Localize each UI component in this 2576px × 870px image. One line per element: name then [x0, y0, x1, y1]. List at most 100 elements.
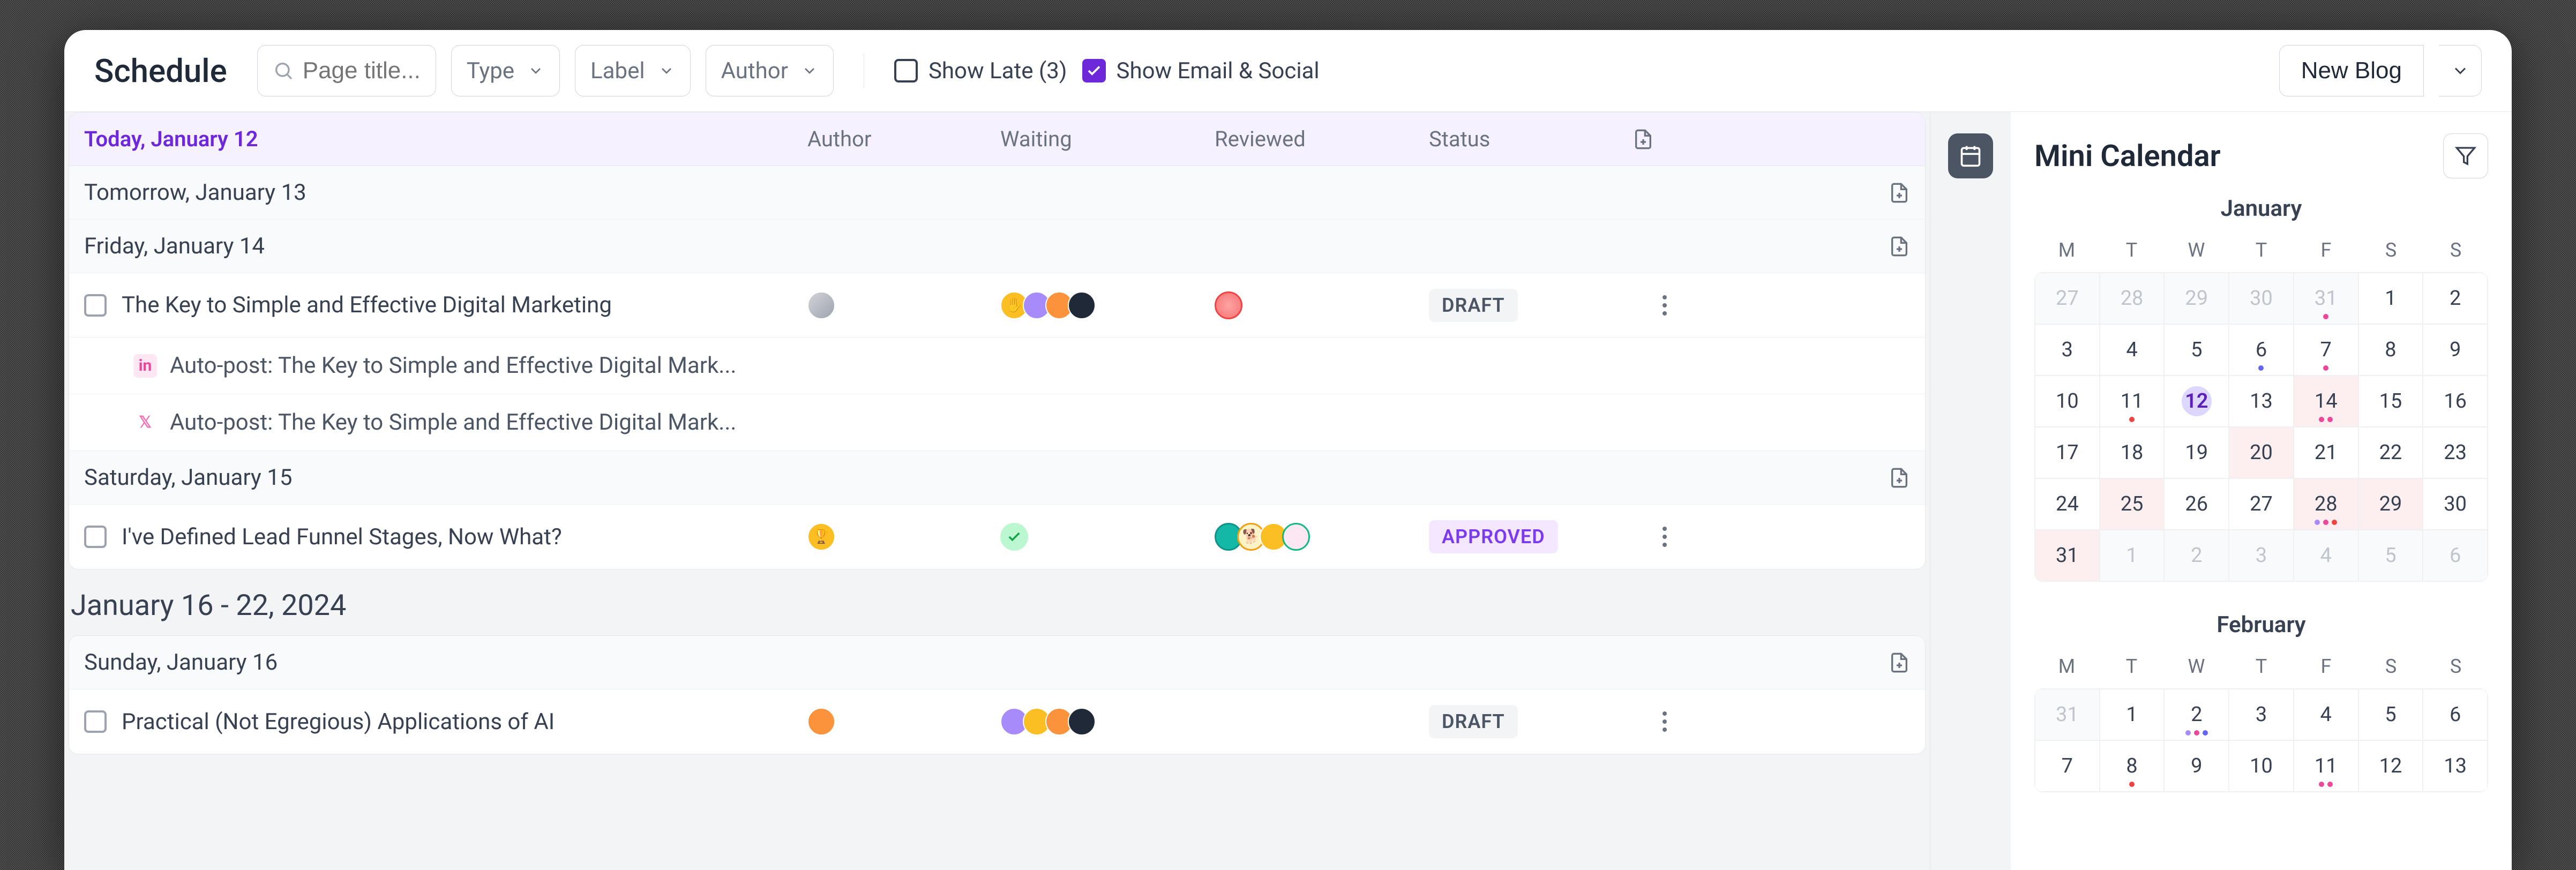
calendar-day[interactable]: 9 — [2164, 740, 2229, 792]
checkbox-icon[interactable] — [84, 710, 107, 733]
calendar-day[interactable]: 31 — [2035, 689, 2100, 740]
calendar-day[interactable]: 21 — [2294, 427, 2358, 478]
schedule-item[interactable]: The Key to Simple and Effective Digital … — [69, 273, 1925, 338]
show-late-toggle[interactable]: Show Late (3) — [894, 58, 1067, 84]
calendar-filter-button[interactable] — [2443, 133, 2488, 178]
item-menu[interactable] — [1633, 527, 1697, 547]
calendar-day[interactable]: 4 — [2294, 530, 2358, 581]
calendar-day[interactable]: 27 — [2035, 273, 2100, 324]
calendar-day[interactable]: 5 — [2358, 530, 2423, 581]
calendar-toggle-button[interactable] — [1948, 133, 1993, 178]
month-label: February — [2034, 612, 2488, 638]
reviewed-avatars: 🐕 — [1215, 523, 1429, 551]
page-title: Schedule — [94, 52, 227, 90]
calendar-day[interactable]: 17 — [2035, 427, 2100, 478]
calendar-day[interactable]: 1 — [2100, 689, 2165, 740]
chevron-down-icon — [2451, 61, 2470, 80]
add-page-icon[interactable] — [1633, 129, 1654, 150]
calendar-day[interactable]: 27 — [2229, 478, 2294, 530]
type-filter[interactable]: Type — [451, 45, 560, 96]
calendar-day[interactable]: 11 — [2100, 376, 2165, 427]
checkbox-icon[interactable] — [84, 294, 107, 317]
autopost-item[interactable]: in Auto-post: The Key to Simple and Effe… — [69, 338, 1925, 394]
calendar-day[interactable]: 30 — [2423, 478, 2488, 530]
calendar-day[interactable]: 13 — [2423, 740, 2488, 792]
calendar-day[interactable]: 6 — [2423, 689, 2488, 740]
calendar-day[interactable]: 6 — [2423, 530, 2488, 581]
calendar-day[interactable]: 2 — [2164, 689, 2229, 740]
calendar-day[interactable]: 23 — [2423, 427, 2488, 478]
top-bar: Schedule Type Label Author Show Late (3)… — [64, 30, 2512, 112]
dow-label: S — [2423, 232, 2488, 268]
calendar-day[interactable]: 12 — [2358, 740, 2423, 792]
calendar-day[interactable]: 10 — [2035, 376, 2100, 427]
schedule-item[interactable]: Practical (Not Egregious) Applications o… — [69, 689, 1925, 754]
calendar-day[interactable]: 29 — [2164, 273, 2229, 324]
calendar-day[interactable]: 31 — [2294, 273, 2358, 324]
calendar-day[interactable]: 3 — [2035, 324, 2100, 376]
calendar-day[interactable]: 7 — [2294, 324, 2358, 376]
calendar-day[interactable]: 9 — [2423, 324, 2488, 376]
calendar-day[interactable]: 19 — [2164, 427, 2229, 478]
add-page-icon[interactable] — [1889, 236, 1910, 257]
add-page-icon[interactable] — [1889, 182, 1910, 204]
search-input-wrap[interactable] — [257, 45, 436, 96]
calendar-day[interactable]: 5 — [2358, 689, 2423, 740]
col-status: Status — [1429, 126, 1633, 152]
add-page-icon[interactable] — [1889, 652, 1910, 673]
checkbox-icon[interactable] — [84, 526, 107, 548]
calendar-day[interactable]: 18 — [2100, 427, 2165, 478]
calendar-day[interactable]: 28 — [2100, 273, 2165, 324]
calendar-day[interactable]: 13 — [2229, 376, 2294, 427]
calendar-day[interactable]: 5 — [2164, 324, 2229, 376]
calendar-day[interactable]: 24 — [2035, 478, 2100, 530]
new-blog-dropdown[interactable] — [2439, 45, 2482, 96]
calendar-day[interactable]: 4 — [2100, 324, 2165, 376]
calendar-day[interactable]: 10 — [2229, 740, 2294, 792]
dow-label: S — [2358, 649, 2423, 684]
calendar-day[interactable]: 20 — [2229, 427, 2294, 478]
autopost-item[interactable]: 𝕏 Auto-post: The Key to Simple and Effec… — [69, 394, 1925, 451]
schedule-item[interactable]: I've Defined Lead Funnel Stages, Now Wha… — [69, 505, 1925, 569]
calendar-day[interactable]: 7 — [2035, 740, 2100, 792]
label-filter[interactable]: Label — [575, 45, 691, 96]
calendar-day[interactable]: 3 — [2229, 530, 2294, 581]
show-email-social-toggle[interactable]: Show Email & Social — [1082, 58, 1320, 84]
calendar-day[interactable]: 3 — [2229, 689, 2294, 740]
calendar-day[interactable]: 1 — [2358, 273, 2423, 324]
calendar-day[interactable]: 8 — [2358, 324, 2423, 376]
week-section: Today, January 12 Author Waiting Reviewe… — [64, 112, 1930, 754]
calendar-day[interactable]: 6 — [2229, 324, 2294, 376]
calendar-day[interactable]: 14 — [2294, 376, 2358, 427]
calendar-day[interactable]: 16 — [2423, 376, 2488, 427]
calendar-day[interactable]: 11 — [2294, 740, 2358, 792]
calendar-day[interactable]: 15 — [2358, 376, 2423, 427]
search-input[interactable] — [303, 57, 421, 84]
calendar-day[interactable]: 26 — [2164, 478, 2229, 530]
item-menu[interactable] — [1633, 295, 1697, 316]
calendar-day[interactable]: 29 — [2358, 478, 2423, 530]
calendar-day[interactable]: 4 — [2294, 689, 2358, 740]
dow-label: S — [2423, 649, 2488, 684]
reviewed-avatars — [1215, 291, 1429, 319]
dow-label: S — [2358, 232, 2423, 268]
new-blog-button[interactable]: New Blog — [2279, 45, 2424, 96]
calendar-day[interactable]: 28 — [2294, 478, 2358, 530]
day-label: Friday, January 14 — [84, 233, 265, 259]
calendar-day[interactable]: 1 — [2100, 530, 2165, 581]
calendar-day[interactable]: 12 — [2164, 376, 2229, 427]
add-page-icon[interactable] — [1889, 467, 1910, 489]
dow-label: F — [2294, 649, 2358, 684]
calendar-day[interactable]: 8 — [2100, 740, 2165, 792]
calendar-day[interactable]: 2 — [2423, 273, 2488, 324]
author-filter[interactable]: Author — [706, 45, 834, 96]
calendar-day[interactable]: 25 — [2100, 478, 2165, 530]
col-reviewed: Reviewed — [1215, 126, 1429, 152]
calendar-day[interactable]: 31 — [2035, 530, 2100, 581]
calendar-day[interactable]: 2 — [2164, 530, 2229, 581]
mini-calendar-title: Mini Calendar — [2034, 138, 2221, 174]
calendar-day[interactable]: 30 — [2229, 273, 2294, 324]
item-menu[interactable] — [1633, 711, 1697, 732]
calendar-day[interactable]: 22 — [2358, 427, 2423, 478]
checkbox-empty-icon — [894, 59, 918, 82]
